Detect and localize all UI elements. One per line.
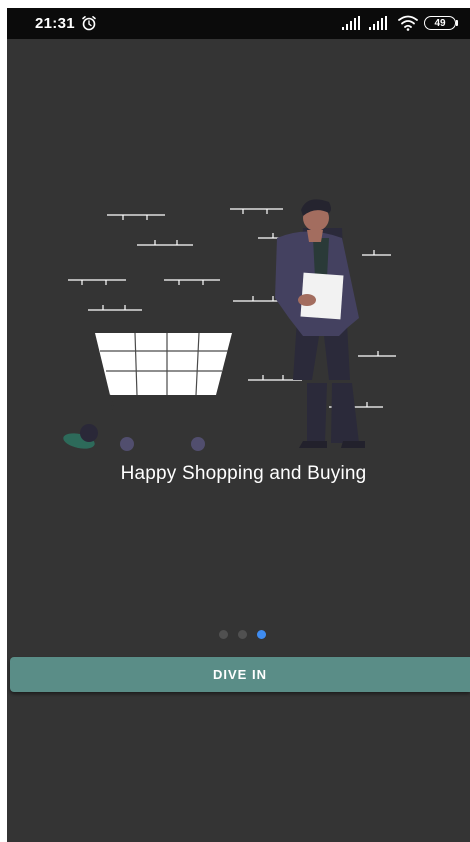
- signal-icon: [369, 16, 387, 30]
- page-indicator: [219, 630, 266, 639]
- page-dot[interactable]: [219, 630, 228, 639]
- onboarding-screen: 21:31 49 Happy Shopping and Buying DIVE …: [7, 8, 470, 842]
- page-dot[interactable]: [238, 630, 247, 639]
- wifi-icon: [398, 15, 418, 31]
- onboarding-headline: Happy Shopping and Buying: [120, 463, 367, 484]
- alarm-icon: [82, 16, 96, 31]
- shopping-cart-person-illustration: [63, 199, 396, 451]
- battery-tip: [456, 20, 458, 26]
- signal-icon: [342, 16, 360, 30]
- person: [275, 199, 365, 448]
- page-dot-active[interactable]: [257, 630, 266, 639]
- battery-icon: 49: [424, 16, 456, 30]
- status-time: 21:31: [35, 15, 75, 32]
- shopping-bag: [63, 424, 98, 449]
- status-bar: 21:31 49: [7, 8, 470, 39]
- dive-in-button[interactable]: DIVE IN: [10, 657, 470, 692]
- shopping-cart: [95, 332, 232, 451]
- battery-level: 49: [434, 17, 446, 29]
